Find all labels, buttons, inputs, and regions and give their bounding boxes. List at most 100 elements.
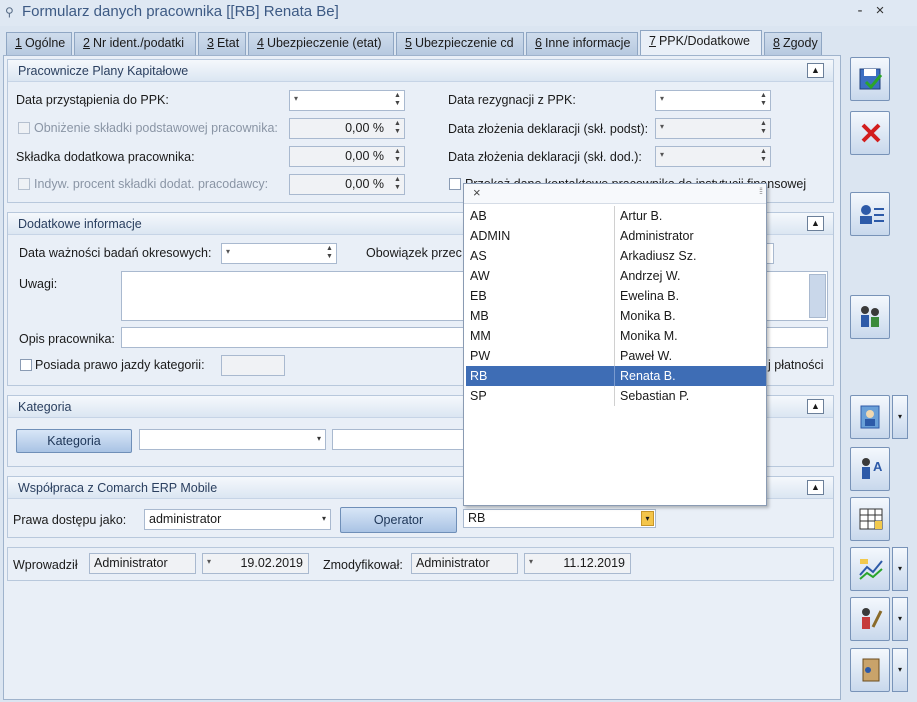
data-zlozenia-dod-field[interactable]: ▾ ▲ ▼ <box>655 146 771 167</box>
prawa-label: Prawa dostępu jako: <box>13 513 127 527</box>
people-button[interactable] <box>850 295 890 339</box>
list-item[interactable]: MB Monika B. <box>466 306 766 326</box>
skladka-dod-field[interactable]: 0,00 % ▲ ▼ <box>289 146 405 167</box>
tab-ubezpieczenie-cd[interactable]: 5 Ubezpieczenie cd <box>396 32 524 56</box>
operator-select[interactable]: RB ▾ <box>463 509 656 528</box>
data-zlozenia-podst-field[interactable]: ▾ ▲ ▼ <box>655 118 771 139</box>
tab-nr-ident[interactable]: 2 Nr ident./podatki <box>74 32 196 56</box>
data-waznosci-field[interactable]: ▾ ▲ ▼ <box>221 243 337 264</box>
tab-inne-informacje[interactable]: 6 Inne informacje <box>526 32 638 56</box>
tab-ogolne[interactable]: 1 Ogólne <box>6 32 72 56</box>
door-menu-arrow[interactable]: ▾ <box>892 648 908 692</box>
list-item[interactable]: PW Paweł W. <box>466 346 766 366</box>
indyw-label: Indyw. procent składki dodat. pracodawcy… <box>34 177 269 191</box>
data-zlozenia-podst-label: Data złożenia deklaracji (skł. podst): <box>448 122 649 136</box>
uwagi-label: Uwagi: <box>19 277 58 291</box>
prawo-jazdy-checkbox[interactable] <box>20 359 32 371</box>
dropdown-icon[interactable]: ▾ <box>660 150 664 159</box>
data-waznosci-label: Data ważności badań okresowych: <box>19 246 212 260</box>
dropdown-icon[interactable]: ▾ <box>322 514 326 523</box>
obnizenie-label: Obniżenie składki podstawowej pracownika… <box>34 121 278 135</box>
door-button[interactable] <box>850 648 890 692</box>
list-item[interactable]: EB Ewelina B. <box>466 286 766 306</box>
data-zlozenia-dod-label: Data złożenia deklaracji (skł. dod.): <box>448 150 642 164</box>
photo-button[interactable] <box>850 395 890 439</box>
spin-icon[interactable]: ▲ ▼ <box>759 148 768 164</box>
spin-icon[interactable]: ▲ ▼ <box>759 92 768 108</box>
collapse-icon[interactable]: ▲ <box>807 399 824 414</box>
chart-button[interactable] <box>850 547 890 591</box>
przekaz-checkbox[interactable] <box>449 178 461 190</box>
list-item[interactable]: AB Artur B. <box>466 206 766 226</box>
indyw-checkbox[interactable] <box>18 178 30 190</box>
tab-etat[interactable]: 3 Etat <box>198 32 246 56</box>
kategoria-button[interactable]: Kategoria <box>16 429 132 453</box>
text-button[interactable]: A <box>850 447 890 491</box>
tab-ppk-dodatkowe[interactable]: 7 PPK/Dodatkowe <box>640 30 762 56</box>
opis-label: Opis pracownika: <box>19 332 115 346</box>
list-item[interactable]: SP Sebastian P. <box>466 386 766 406</box>
wprowadzil-date-field: ▾ 19.02.2019 <box>202 553 309 574</box>
collapse-icon[interactable]: ▲ <box>807 480 824 495</box>
employee-card-button[interactable] <box>850 192 890 236</box>
indyw-field[interactable]: 0,00 % ▲ ▼ <box>289 174 405 195</box>
collapse-icon[interactable]: ▲ <box>807 216 824 231</box>
obnizenie-field[interactable]: 0,00 % ▲ ▼ <box>289 118 405 139</box>
spin-icon[interactable]: ▲ ▼ <box>393 92 402 108</box>
dropdown-icon[interactable]: ▾ <box>660 122 664 131</box>
data-przystapienia-field[interactable]: ▾ ▲ ▼ <box>289 90 405 111</box>
section-title: Pracownicze Plany Kapitałowe <box>18 64 189 78</box>
data-rezygnacji-field[interactable]: ▾ ▲ ▼ <box>655 90 771 111</box>
data-rezygnacji-label: Data rezygnacji z PPK: <box>448 93 576 107</box>
dropdown-icon: ▾ <box>529 557 534 566</box>
door-icon <box>862 658 880 682</box>
data-przystapienia-label: Data przystąpienia do PPK: <box>16 93 169 107</box>
operator-button[interactable]: Operator <box>340 507 457 533</box>
dropdown-icon[interactable]: ▾ <box>294 94 298 103</box>
obnizenie-checkbox[interactable] <box>18 122 30 134</box>
table-button[interactable] <box>850 497 890 541</box>
list-item[interactable]: MM Monika M. <box>466 326 766 346</box>
kategoria-select[interactable]: ▾ <box>139 429 326 450</box>
prawo-jazdy-field[interactable] <box>221 355 285 376</box>
tools-menu-arrow[interactable]: ▾ <box>892 597 908 641</box>
tools-button[interactable] <box>850 597 890 641</box>
dropdown-icon[interactable]: ▾ <box>641 511 654 526</box>
spin-icon[interactable]: ▲ ▼ <box>759 120 768 136</box>
table-icon <box>859 508 883 530</box>
list-item[interactable]: ADMIN Administrator <box>466 226 766 246</box>
dropdown-icon[interactable]: ▾ <box>226 247 230 256</box>
spin-icon[interactable]: ▲ ▼ <box>393 176 402 192</box>
save-button[interactable] <box>850 57 890 101</box>
dropdown-icon[interactable]: ▾ <box>317 434 321 443</box>
dropdown-icon[interactable]: ▾ <box>660 94 664 103</box>
cancel-icon <box>861 123 881 143</box>
close-icon[interactable]: × <box>473 185 481 200</box>
section-title: Kategoria <box>18 400 72 414</box>
resize-grip-icon[interactable]: ⁞⁞ <box>759 186 763 196</box>
tab-zgody[interactable]: 8 Zgody <box>764 32 822 56</box>
list-item-selected[interactable]: RB Renata B. <box>466 366 766 386</box>
window-title: Formularz danych pracownika [[RB] Renata… <box>22 3 339 20</box>
uwagi-scrollbar[interactable] <box>809 274 826 318</box>
zmodyfikowal-field: Administrator <box>411 553 518 574</box>
prawa-select[interactable]: administrator ▾ <box>144 509 331 530</box>
photo-menu-arrow[interactable]: ▾ <box>892 395 908 439</box>
title-bar: ⚲ Formularz danych pracownika [[RB] Rena… <box>0 0 917 26</box>
chart-menu-arrow[interactable]: ▾ <box>892 547 908 591</box>
close-button[interactable]: × <box>872 2 888 19</box>
spin-icon[interactable]: ▲ ▼ <box>325 245 334 261</box>
collapse-icon[interactable]: ▲ <box>807 63 824 78</box>
minimize-button[interactable]: - <box>852 2 868 19</box>
list-item[interactable]: AW Andrzej W. <box>466 266 766 286</box>
spin-icon[interactable]: ▲ ▼ <box>393 120 402 136</box>
cancel-button[interactable] <box>850 111 890 155</box>
zmodyfikowal-label: Zmodyfikował: <box>323 558 403 572</box>
section-title: Dodatkowe informacje <box>18 217 142 231</box>
obowiazek-label: Obowiązek przec <box>366 246 462 260</box>
list-item[interactable]: AS Arkadiusz Sz. <box>466 246 766 266</box>
zmodyfikowal-date-field: ▾ 11.12.2019 <box>524 553 631 574</box>
kategoria-description[interactable] <box>332 429 467 450</box>
tab-ubezpieczenie-etat[interactable]: 4 Ubezpieczenie (etat) <box>248 32 394 56</box>
spin-icon[interactable]: ▲ ▼ <box>393 148 402 164</box>
